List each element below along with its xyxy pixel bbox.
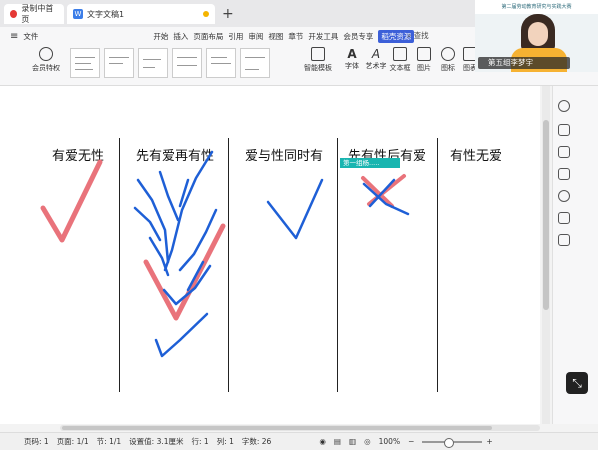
red-check-mark — [40, 159, 103, 243]
status-pages: 页面: 1/1 — [56, 437, 89, 446]
vertical-scroll-thumb[interactable] — [543, 120, 549, 310]
pen-icon[interactable] — [558, 124, 570, 136]
status-page-code: 页码: 1 — [24, 437, 49, 446]
status-section: 节: 1/1 — [96, 437, 122, 446]
share-icon[interactable] — [558, 234, 570, 246]
presenter-face — [528, 22, 548, 46]
zoom-out-icon[interactable]: − — [408, 437, 414, 446]
rocket-icon[interactable] — [558, 100, 570, 112]
layout-icon[interactable] — [558, 212, 570, 224]
status-col: 列: 1 — [216, 437, 234, 446]
eye-icon[interactable]: ◉ — [319, 437, 326, 446]
globe-icon[interactable]: ◎ — [364, 437, 371, 446]
cursor-icon[interactable] — [558, 146, 570, 158]
zoom-slider[interactable] — [422, 437, 483, 448]
zoom-in-icon[interactable]: + — [486, 437, 492, 446]
help-icon[interactable] — [558, 190, 570, 202]
red-check-mark — [143, 223, 226, 321]
status-setting: 设置值: 3.1厘米 — [129, 437, 184, 446]
presenter-name: 第五组李梦宇 — [488, 58, 533, 67]
video-banner: 第二届劳动教育研究与实践大赛 — [475, 0, 598, 14]
expand-icon[interactable]: ⤡ — [566, 372, 588, 394]
settings-icon[interactable] — [558, 168, 570, 180]
book-icon[interactable]: ▥ — [349, 437, 356, 446]
blue-check-mark — [154, 312, 209, 358]
collaborator-tooltip: 第一组杨..... — [340, 158, 400, 168]
zoom-level[interactable]: 100% — [379, 437, 400, 446]
status-bar: 页码: 1 页面: 1/1 节: 1/1 设置值: 3.1厘米 行: 1 列: … — [0, 432, 598, 450]
status-row: 行: 1 — [191, 437, 209, 446]
view-icon[interactable]: ▤ — [334, 437, 341, 446]
horizontal-scroll-thumb[interactable] — [62, 426, 492, 430]
status-words[interactable]: 字数: 26 — [242, 436, 271, 447]
blue-branch-stroke — [133, 206, 170, 277]
blue-branch-stroke — [163, 150, 214, 272]
blue-branch-stroke — [136, 178, 170, 264]
zoom-slider-thumb[interactable] — [444, 437, 455, 448]
presenter-name-badge: 第五组李梦宇 — [478, 57, 570, 69]
blue-check-mark — [266, 178, 324, 240]
blue-branch-stroke — [158, 170, 190, 222]
